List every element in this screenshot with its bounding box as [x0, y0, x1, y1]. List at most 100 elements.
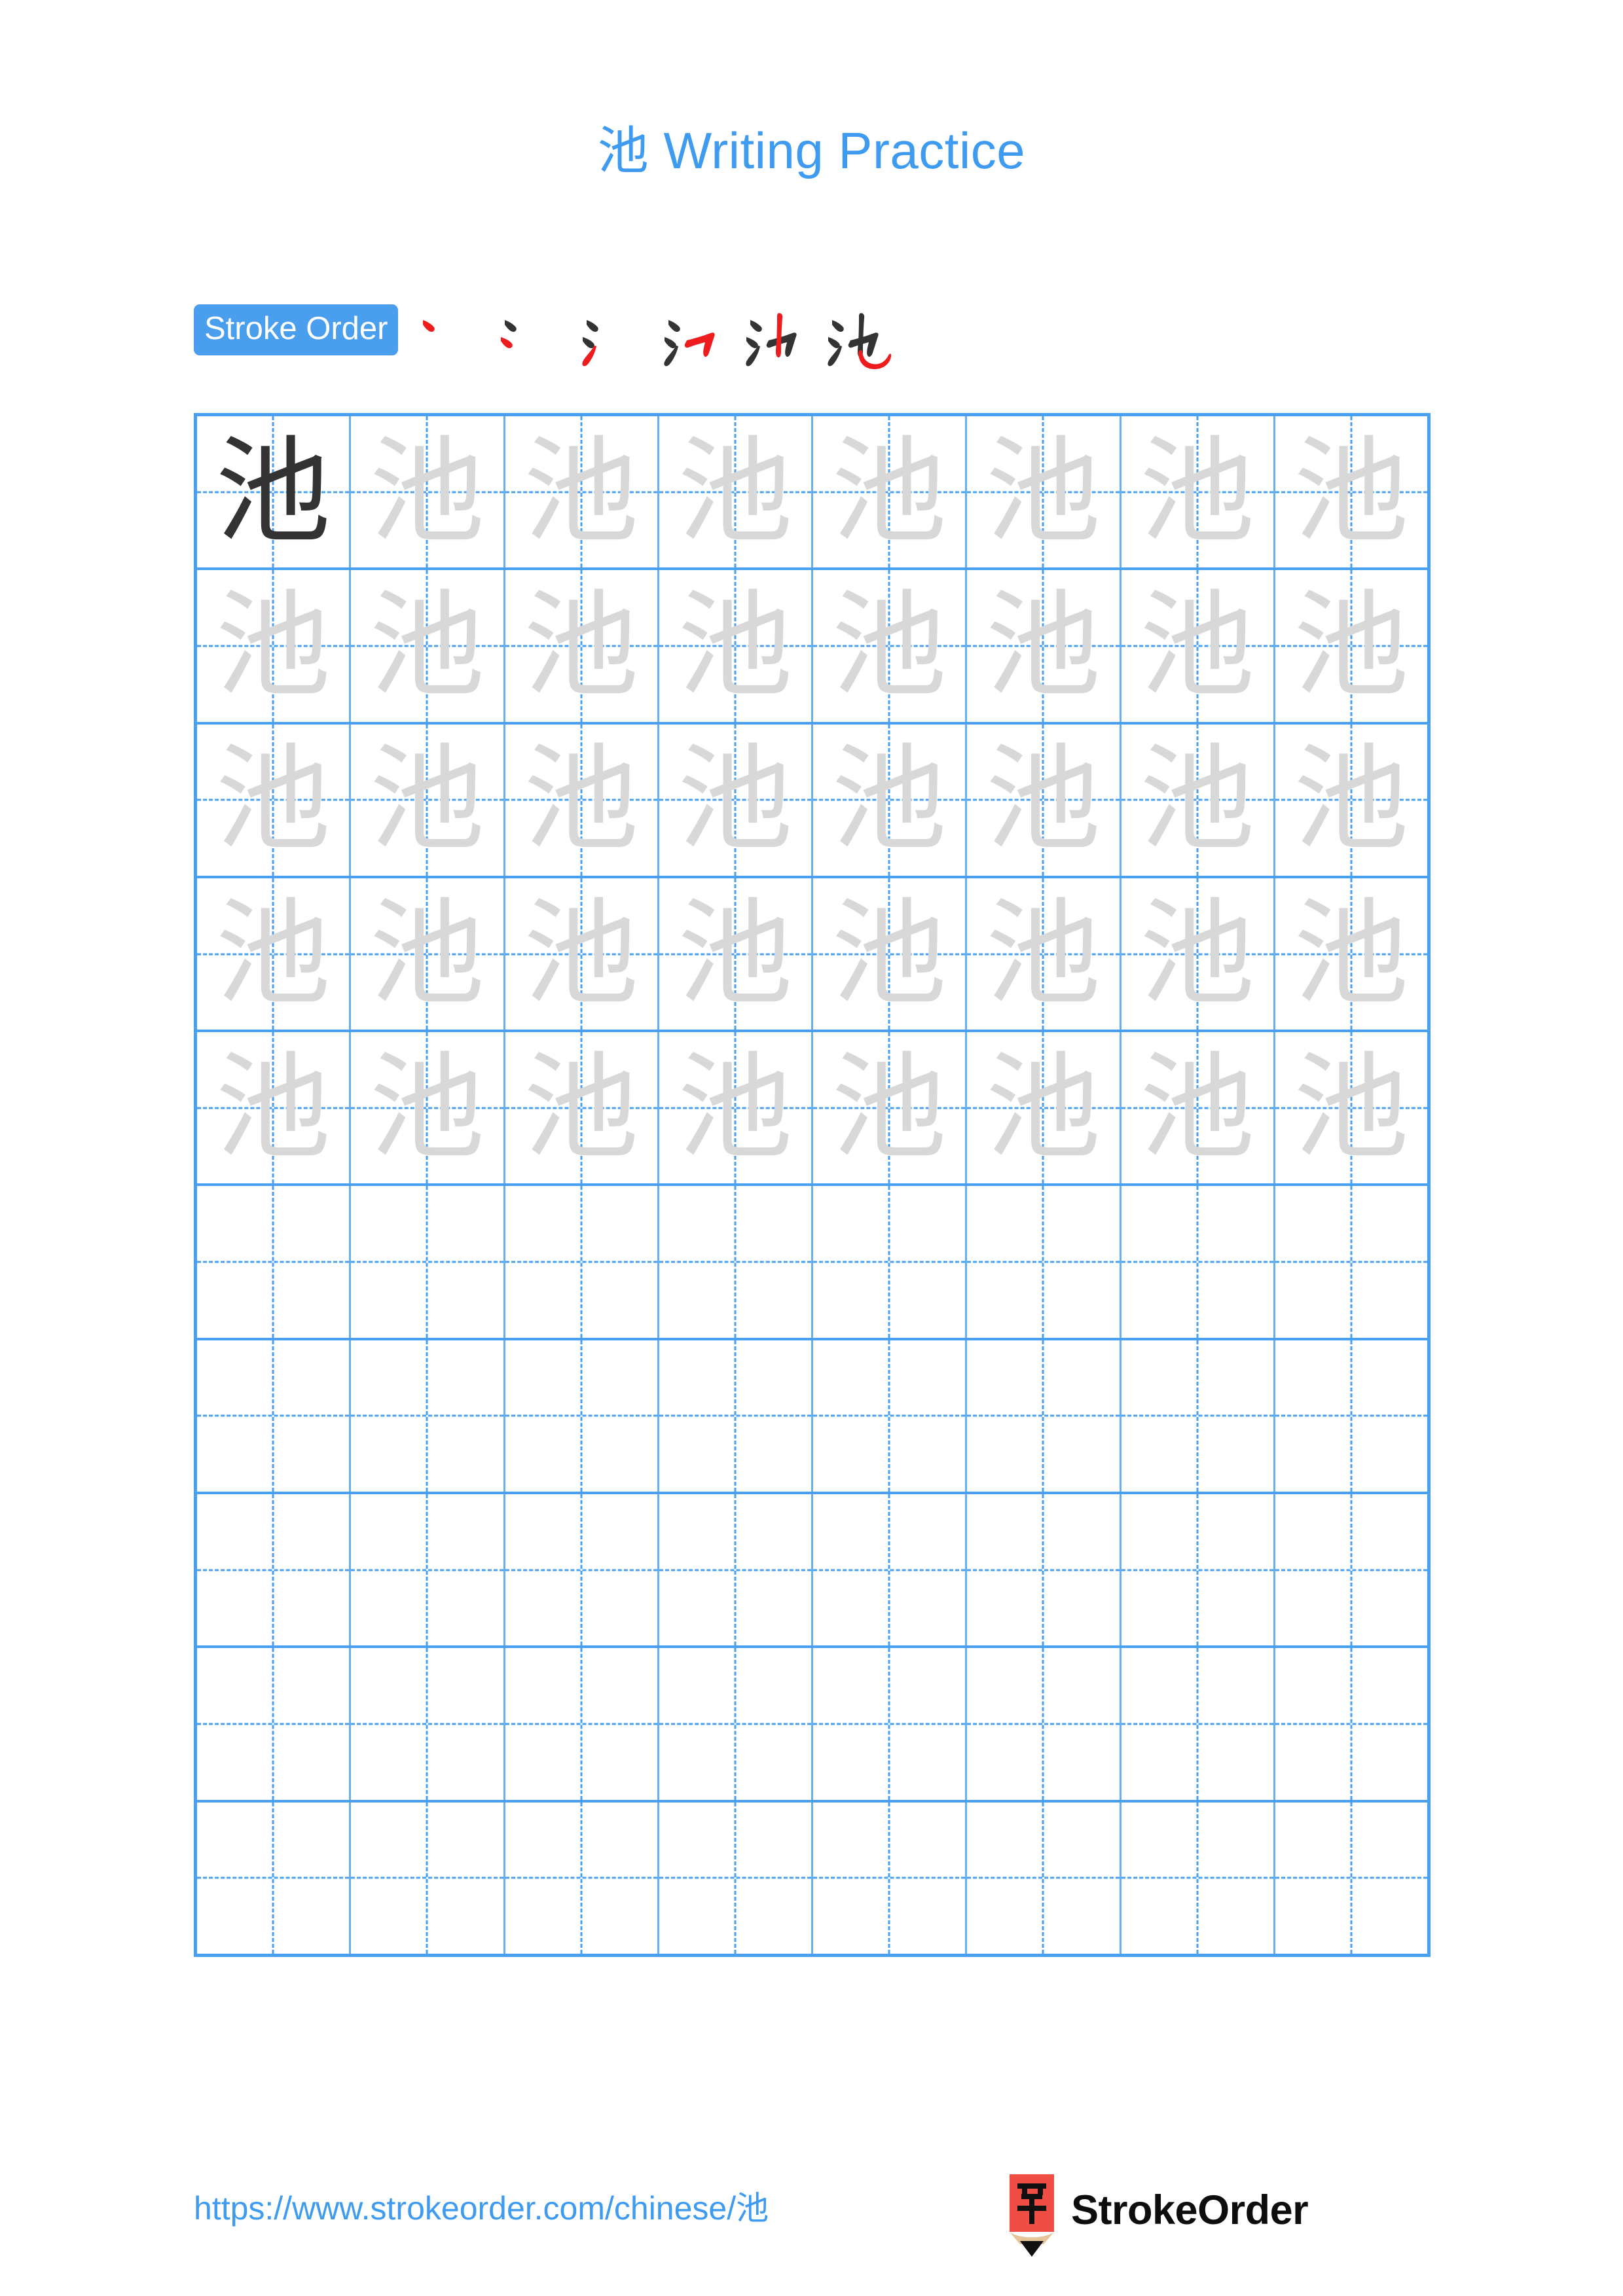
practice-cell[interactable]: 池 [197, 724, 352, 876]
brand-name: StrokeOrder [1071, 2187, 1309, 2233]
practice-cell[interactable]: 池 [197, 570, 352, 722]
practice-cell[interactable] [1122, 1340, 1275, 1492]
practice-cell[interactable]: 池 [197, 416, 352, 568]
stroke-order-badge: Stroke Order [194, 304, 399, 355]
practice-cell[interactable] [351, 1802, 505, 1954]
practice-cell[interactable] [505, 1802, 659, 1954]
practice-cell[interactable] [659, 1494, 813, 1646]
page-title-character: 池 [597, 122, 649, 181]
tracing-character: 池 [985, 886, 1101, 1021]
practice-cell[interactable] [351, 1340, 505, 1492]
practice-cell[interactable]: 池 [1275, 725, 1427, 876]
practice-cell[interactable] [505, 1340, 659, 1492]
practice-cell[interactable] [505, 1186, 659, 1338]
stroke-step-2 [494, 303, 576, 375]
stroke-5-new [776, 313, 783, 358]
practice-cell[interactable] [1275, 1186, 1427, 1337]
practice-cell[interactable]: 池 [505, 878, 659, 1030]
practice-cell[interactable]: 池 [505, 724, 659, 876]
practice-cell[interactable] [813, 1340, 968, 1492]
practice-cell[interactable] [659, 1340, 813, 1492]
practice-cell[interactable]: 池 [1122, 570, 1275, 722]
practice-cell[interactable] [659, 1802, 813, 1954]
practice-cell[interactable] [505, 1648, 659, 1800]
practice-cell[interactable]: 池 [1122, 724, 1275, 876]
practice-cell[interactable] [197, 1186, 352, 1338]
practice-cell[interactable] [967, 1802, 1122, 1954]
practice-cell[interactable] [967, 1186, 1122, 1338]
stroke-step-5 [740, 303, 822, 375]
practice-cell[interactable] [813, 1648, 968, 1800]
practice-cell[interactable] [659, 1648, 813, 1800]
practice-cell[interactable] [1122, 1802, 1275, 1954]
practice-cell[interactable] [505, 1494, 659, 1646]
practice-cell[interactable]: 池 [813, 416, 968, 568]
practice-cell[interactable] [1122, 1186, 1275, 1338]
practice-cell[interactable]: 池 [1122, 416, 1275, 568]
practice-cell[interactable]: 池 [659, 1032, 813, 1184]
tracing-character: 池 [1139, 886, 1255, 1021]
practice-cell[interactable] [813, 1186, 968, 1338]
practice-grid-row: 池池池池池池池池 [197, 724, 1427, 878]
practice-cell[interactable]: 池 [813, 724, 968, 876]
practice-cell[interactable]: 池 [659, 416, 813, 568]
tracing-character: 池 [369, 1040, 485, 1175]
practice-cell[interactable] [813, 1494, 968, 1646]
practice-cell[interactable]: 池 [659, 724, 813, 876]
practice-cell[interactable]: 池 [813, 570, 968, 722]
practice-cell[interactable]: 池 [1122, 878, 1275, 1030]
practice-cell[interactable]: 池 [351, 724, 505, 876]
practice-cell[interactable] [813, 1802, 968, 1954]
practice-cell[interactable] [967, 1340, 1122, 1492]
practice-cell[interactable]: 池 [1122, 1032, 1275, 1184]
stroke-step-4 [658, 303, 740, 375]
stroke-4-new [685, 332, 716, 357]
tracing-character: 池 [1293, 886, 1409, 1021]
practice-cell[interactable] [197, 1494, 352, 1646]
practice-cell[interactable]: 池 [659, 570, 813, 722]
practice-cell[interactable] [197, 1648, 352, 1800]
practice-cell[interactable]: 池 [351, 878, 505, 1030]
practice-cell[interactable]: 池 [197, 878, 352, 1030]
practice-cell[interactable] [351, 1494, 505, 1646]
practice-cell[interactable]: 池 [505, 570, 659, 722]
practice-cell[interactable] [1275, 1494, 1427, 1645]
practice-cell[interactable]: 池 [967, 1032, 1122, 1184]
practice-cell[interactable] [1275, 1340, 1427, 1492]
practice-grid-row [197, 1340, 1427, 1495]
practice-cell[interactable] [967, 1648, 1122, 1800]
practice-cell[interactable]: 池 [967, 570, 1122, 722]
practice-cell[interactable]: 池 [505, 1032, 659, 1184]
tracing-character: 池 [523, 424, 639, 559]
tracing-character: 池 [985, 424, 1101, 559]
practice-cell[interactable]: 池 [505, 416, 659, 568]
tracing-character: 池 [985, 578, 1101, 713]
practice-cell[interactable]: 池 [967, 724, 1122, 876]
practice-cell[interactable]: 池 [1275, 1032, 1427, 1183]
practice-cell[interactable]: 池 [351, 416, 505, 568]
practice-cell[interactable]: 池 [1275, 878, 1427, 1030]
practice-cell[interactable]: 池 [967, 878, 1122, 1030]
practice-cell[interactable] [659, 1186, 813, 1338]
practice-cell[interactable]: 池 [659, 878, 813, 1030]
practice-cell[interactable]: 池 [813, 878, 968, 1030]
practice-cell[interactable]: 池 [351, 1032, 505, 1184]
practice-cell[interactable]: 池 [1275, 416, 1427, 567]
practice-cell[interactable] [1275, 1648, 1427, 1799]
tracing-character: 池 [1293, 1040, 1409, 1175]
practice-cell[interactable] [1122, 1648, 1275, 1800]
practice-cell[interactable]: 池 [813, 1032, 968, 1184]
footer-url-link[interactable]: https://www.strokeorder.com/chinese/池 [194, 2182, 769, 2229]
practice-cell[interactable]: 池 [197, 1032, 352, 1184]
practice-cell[interactable]: 池 [1275, 570, 1427, 721]
practice-cell[interactable] [351, 1648, 505, 1800]
practice-cell[interactable] [1275, 1803, 1427, 1954]
practice-cell[interactable]: 池 [967, 416, 1122, 568]
practice-cell[interactable] [197, 1340, 352, 1492]
practice-cell[interactable] [351, 1186, 505, 1338]
practice-cell[interactable] [967, 1494, 1122, 1646]
practice-cell[interactable] [197, 1802, 352, 1954]
stroke-2-new [501, 337, 513, 348]
practice-cell[interactable]: 池 [351, 570, 505, 722]
practice-cell[interactable] [1122, 1494, 1275, 1646]
